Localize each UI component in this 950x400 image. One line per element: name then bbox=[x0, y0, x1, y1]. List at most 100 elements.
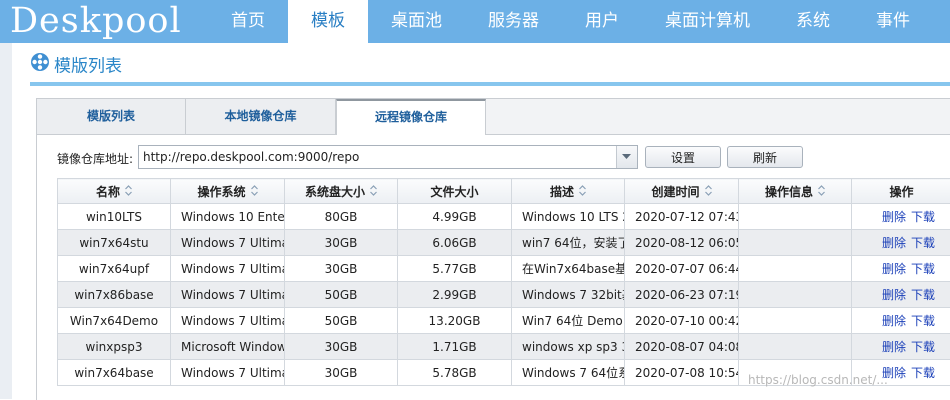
tab-strip: 模版列表 本地镜像仓库 远程镜像仓库 bbox=[37, 99, 950, 135]
cell-sys-disk: 30GB bbox=[285, 230, 398, 256]
table-row[interactable]: Win7x64DemoWindows 7 Ultima50GB13.20GBWi… bbox=[58, 308, 950, 334]
cell-file-size: 6.06GB bbox=[398, 230, 512, 256]
column-header-label: 操作系统 bbox=[197, 185, 245, 199]
cell-info bbox=[739, 282, 852, 308]
column-header-os[interactable]: 操作系统 bbox=[171, 179, 285, 204]
nav-event[interactable]: 事件 bbox=[853, 0, 933, 43]
cell-created: 2020-07-08 10:54 bbox=[625, 360, 739, 386]
cell-sys-disk: 50GB bbox=[285, 308, 398, 334]
cell-created: 2020-08-07 04:08 bbox=[625, 334, 739, 360]
cell-actions: 删除下载 bbox=[852, 308, 950, 334]
cell-desc: 在Win7x64base基础 bbox=[512, 256, 625, 282]
nav-template[interactable]: 模板 bbox=[288, 0, 368, 43]
cell-actions: 删除下载 bbox=[852, 334, 950, 360]
download-link[interactable]: 下载 bbox=[911, 340, 935, 354]
cell-os: Windows 7 Ultima bbox=[171, 230, 285, 256]
cell-os: Microsoft Window bbox=[171, 334, 285, 360]
delete-link[interactable]: 删除 bbox=[882, 288, 906, 302]
delete-link[interactable]: 删除 bbox=[882, 236, 906, 250]
delete-link[interactable]: 删除 bbox=[882, 210, 906, 224]
column-header-sys-disk[interactable]: 系统盘大小 bbox=[285, 179, 398, 204]
cell-name: win7x64upf bbox=[58, 256, 171, 282]
chevron-down-icon[interactable] bbox=[616, 146, 637, 168]
delete-link[interactable]: 删除 bbox=[882, 262, 906, 276]
table-row[interactable]: win10LTSWindows 10 Enter80GB4.99GBWindow… bbox=[58, 204, 950, 230]
sort-icon[interactable] bbox=[370, 185, 377, 199]
cell-actions: 删除下载 bbox=[852, 204, 950, 230]
cell-created: 2020-07-07 06:44 bbox=[625, 256, 739, 282]
delete-link[interactable]: 删除 bbox=[882, 340, 906, 354]
cell-os: Windows 10 Enter bbox=[171, 204, 285, 230]
cell-file-size: 5.78GB bbox=[398, 360, 512, 386]
cell-os: Windows 7 Ultima bbox=[171, 360, 285, 386]
watermark: https://blog.csdn.net/... bbox=[748, 373, 888, 387]
app-logo: Deskpool bbox=[10, 0, 182, 43]
cell-name: win7x64stu bbox=[58, 230, 171, 256]
cell-actions: 删除下载 bbox=[852, 230, 950, 256]
nav-desktop-computer[interactable]: 桌面计算机 bbox=[642, 0, 773, 43]
cell-actions: 删除下载 bbox=[852, 256, 950, 282]
tab-template-list[interactable]: 模版列表 bbox=[37, 99, 186, 134]
tab-local-repo[interactable]: 本地镜像仓库 bbox=[186, 99, 336, 134]
cell-desc: Windows 7 32bit基 bbox=[512, 282, 625, 308]
cell-created: 2020-06-23 07:19 bbox=[625, 282, 739, 308]
table-row[interactable]: win7x86baseWindows 7 Ultima50GB2.99GBWin… bbox=[58, 282, 950, 308]
cell-created: 2020-07-12 07:43 bbox=[625, 204, 739, 230]
nav-user[interactable]: 用户 bbox=[562, 0, 642, 43]
cell-sys-disk: 30GB bbox=[285, 360, 398, 386]
sort-icon[interactable] bbox=[705, 185, 712, 199]
table-row[interactable]: winxpsp3Microsoft Window30GB1.71GBwindow… bbox=[58, 334, 950, 360]
repo-url-value[interactable]: http://repo.deskpool.com:9000/repo bbox=[143, 146, 359, 168]
cell-sys-disk: 30GB bbox=[285, 256, 398, 282]
download-link[interactable]: 下载 bbox=[911, 288, 935, 302]
download-link[interactable]: 下载 bbox=[911, 314, 935, 328]
repo-url-combobox[interactable]: http://repo.deskpool.com:9000/repo bbox=[138, 145, 638, 169]
download-link[interactable]: 下载 bbox=[911, 236, 935, 250]
sort-icon[interactable] bbox=[125, 185, 132, 199]
table-row[interactable]: win7x64upfWindows 7 Ultima30GB5.77GB在Win… bbox=[58, 256, 950, 282]
column-header-label: 操作信息 bbox=[765, 185, 813, 199]
refresh-button[interactable]: 刷新 bbox=[727, 146, 803, 168]
cell-name: win7x86base bbox=[58, 282, 171, 308]
section-divider bbox=[30, 82, 950, 86]
cell-file-size: 13.20GB bbox=[398, 308, 512, 334]
column-header-label: 系统盘大小 bbox=[305, 185, 365, 199]
nav-terminal[interactable]: 终 bbox=[933, 0, 950, 43]
set-button[interactable]: 设置 bbox=[645, 146, 721, 168]
download-link[interactable]: 下载 bbox=[911, 262, 935, 276]
cell-os: Windows 7 Ultima bbox=[171, 256, 285, 282]
repo-url-label: 镜像仓库地址: bbox=[57, 147, 133, 171]
column-header-file-size: 文件大小 bbox=[398, 179, 512, 204]
nav-home[interactable]: 首页 bbox=[208, 0, 288, 43]
cell-created: 2020-08-12 06:05 bbox=[625, 230, 739, 256]
nav-server[interactable]: 服务器 bbox=[465, 0, 562, 43]
column-header-desc[interactable]: 描述 bbox=[512, 179, 625, 204]
column-header-label: 操作 bbox=[889, 185, 913, 199]
cell-name: winxpsp3 bbox=[58, 334, 171, 360]
column-header-created[interactable]: 创建时间 bbox=[625, 179, 739, 204]
cell-sys-disk: 50GB bbox=[285, 282, 398, 308]
cell-name: Win7x64Demo bbox=[58, 308, 171, 334]
cell-os: Windows 7 Ultima bbox=[171, 308, 285, 334]
delete-link[interactable]: 删除 bbox=[882, 314, 906, 328]
sort-icon[interactable] bbox=[818, 185, 825, 199]
cell-desc: win7 64位，安装了 bbox=[512, 230, 625, 256]
left-margin-strip bbox=[0, 43, 12, 399]
nav-desktop-pool[interactable]: 桌面池 bbox=[368, 0, 465, 43]
sort-icon[interactable] bbox=[251, 185, 258, 199]
cell-info bbox=[739, 204, 852, 230]
download-link[interactable]: 下载 bbox=[911, 366, 935, 380]
column-header-name[interactable]: 名称 bbox=[58, 179, 171, 204]
nav-system[interactable]: 系统 bbox=[773, 0, 853, 43]
column-header-info[interactable]: 操作信息 bbox=[739, 179, 852, 204]
download-link[interactable]: 下载 bbox=[911, 210, 935, 224]
table-header-row: 名称 操作系统 系统盘大小 文件大小描述创建时间 操作信息 操作 bbox=[58, 179, 950, 204]
cell-desc: Windows 10 LTS 2 bbox=[512, 204, 625, 230]
template-panel: 模版列表 本地镜像仓库 远程镜像仓库 镜像仓库地址: http://repo.d… bbox=[36, 98, 950, 400]
cell-desc: Win7 64位 Demo 模 bbox=[512, 308, 625, 334]
remote-template-table: 名称 操作系统 系统盘大小 文件大小描述创建时间 操作信息 操作 win10LTSWind… bbox=[57, 178, 950, 386]
cell-created: 2020-07-10 00:42 bbox=[625, 308, 739, 334]
tab-remote-repo[interactable]: 远程镜像仓库 bbox=[336, 99, 486, 135]
table-row[interactable]: win7x64stuWindows 7 Ultima30GB6.06GBwin7… bbox=[58, 230, 950, 256]
sort-icon[interactable] bbox=[579, 185, 586, 199]
